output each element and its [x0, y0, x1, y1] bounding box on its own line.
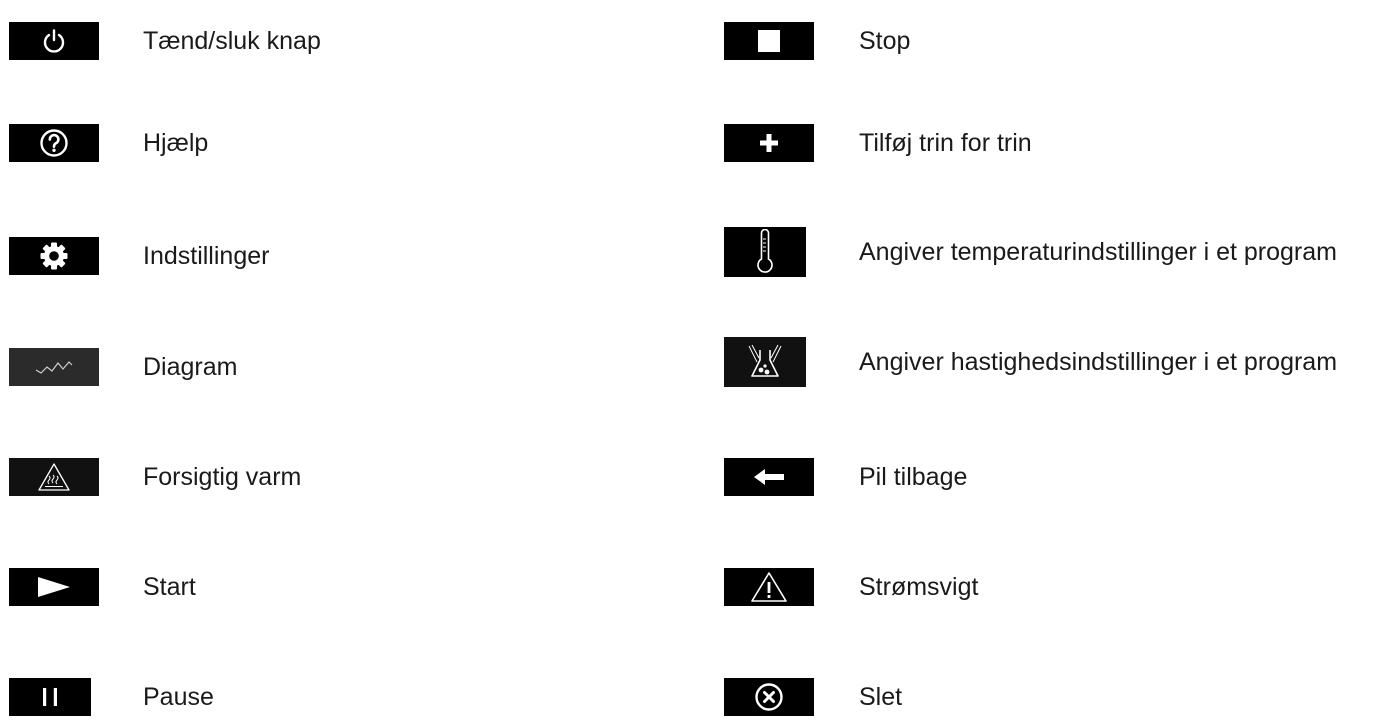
chart-line-icon [9, 348, 99, 386]
legend-item-add-step: Tilføj trin for trin [724, 123, 1032, 163]
legend-label: Diagram [143, 353, 238, 381]
legend-label: Indstillinger [143, 242, 270, 270]
legend-item-pause: Pause [9, 677, 214, 717]
legend-label: Pause [143, 683, 214, 711]
legend-item-back-arrow: Pil tilbage [724, 457, 967, 497]
legend-item-delete: Slet [724, 677, 902, 717]
legend-item-stop: Stop [724, 21, 910, 61]
legend-item-speed: Angiver hastighedsindstillinger i et pro… [724, 337, 1337, 387]
pause-icon [9, 678, 91, 716]
legend-item-power: Tænd/sluk knap [9, 21, 321, 61]
legend-item-hot-surface: Forsigtig varm [9, 457, 301, 497]
legend-item-diagram: Diagram [9, 347, 237, 387]
legend-label: Hjælp [143, 129, 209, 157]
legend-item-help: Hjælp [9, 123, 208, 163]
legend-label: Angiver hastighedsindstillinger i et pro… [859, 348, 1338, 376]
legend-label: Stop [859, 27, 911, 55]
legend-item-temperature: Angiver temperaturindstillinger i et pro… [724, 227, 1337, 277]
legend-item-power-failure: Strømsvigt [724, 567, 978, 607]
delete-x-icon [724, 678, 814, 716]
legend-item-start: Start [9, 567, 196, 607]
arrow-left-icon [724, 458, 814, 496]
help-icon [9, 124, 99, 162]
legend-label: Tænd/sluk knap [143, 27, 321, 55]
legend-label: Strømsvigt [859, 573, 979, 601]
warning-icon [724, 568, 814, 606]
icon-legend-page: { "legend": { "left": [ {"icon": "power-… [0, 0, 1381, 722]
legend-label: Pil tilbage [859, 463, 968, 491]
power-icon [9, 22, 99, 60]
legend-label: Start [143, 573, 196, 601]
legend-label: Tilføj trin for trin [859, 129, 1032, 157]
stop-icon [724, 22, 814, 60]
hot-surface-warning-icon [9, 458, 99, 496]
plus-icon [724, 124, 814, 162]
flask-speed-icon [724, 337, 806, 387]
play-icon [9, 568, 99, 606]
legend-label: Slet [859, 683, 903, 711]
legend-label: Angiver temperaturindstillinger i et pro… [859, 238, 1337, 266]
legend-label: Forsigtig varm [143, 463, 302, 491]
gear-icon [9, 237, 99, 275]
legend-item-settings: Indstillinger [9, 236, 269, 276]
thermometer-icon [724, 227, 806, 277]
